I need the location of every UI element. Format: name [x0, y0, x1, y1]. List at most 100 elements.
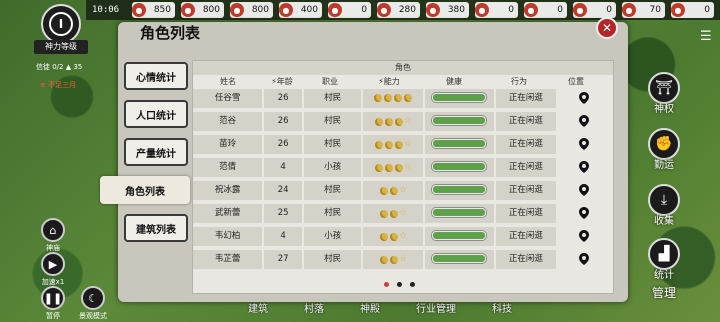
location-pin-icon[interactable]	[579, 114, 590, 127]
col-action[interactable]: 行为	[489, 76, 549, 87]
resource-tool: ● 380	[426, 2, 469, 18]
page-dot[interactable]	[410, 282, 415, 287]
nav-industry[interactable]: 行业管理	[416, 300, 456, 322]
table-row[interactable]: 祝冰露 24 村民 ☆ 正在闲逛	[193, 179, 613, 202]
coin-icon: ●	[573, 3, 587, 17]
table-row[interactable]: 任谷雪 26 村民 正在闲逛	[193, 87, 613, 110]
page-dot[interactable]	[384, 282, 389, 287]
resource-meat: ● 800	[181, 2, 224, 18]
manage-button[interactable]: 管理	[644, 286, 684, 301]
nav-village[interactable]: 村落	[304, 300, 324, 322]
speed-button[interactable]: ▶ 加速x1	[38, 252, 68, 287]
moon-icon	[395, 117, 404, 126]
tab-building-list[interactable]: 建筑列表	[124, 214, 188, 242]
cell-position	[558, 204, 611, 223]
close-button[interactable]: ✕	[596, 17, 618, 39]
home-icon: ⌂	[41, 218, 65, 242]
cell-ability: ☆	[363, 250, 423, 269]
motivate-button[interactable]: ✊ 勤运	[644, 128, 684, 171]
col-age[interactable]: ⚡年龄	[263, 76, 301, 87]
table-row[interactable]: 范谷 26 村民 ☆ 正在闲逛	[193, 110, 613, 133]
location-pin-icon[interactable]	[579, 137, 590, 150]
table-row[interactable]: 武新蕾 25 村民 ☆ 正在闲逛	[193, 202, 613, 225]
location-pin-icon[interactable]	[579, 183, 590, 196]
moon-icon	[380, 209, 389, 218]
divine-power-button[interactable]: ⛩ 神权	[644, 72, 684, 115]
cloth-icon: ●	[475, 3, 489, 17]
page-dot[interactable]	[397, 282, 402, 287]
cell-position	[558, 158, 611, 177]
moon-icon	[390, 232, 399, 241]
location-pin-icon[interactable]	[579, 91, 590, 104]
cell-name: 苗玲	[193, 135, 263, 154]
col-job[interactable]: 职业	[301, 76, 359, 87]
close-icon: ✕	[601, 21, 613, 35]
resource-bar: 10:06 ● 850 ● 800 ● 800 ● 400 ● 0 ● 280 ● 380 ● 0 ● 0 ● 0 ● 7…	[86, 0, 720, 20]
cell-job: 小孩	[303, 227, 362, 246]
col-health[interactable]: 健康	[419, 76, 489, 87]
group-header: 角色	[193, 61, 613, 75]
resource-cloth: ● 0	[475, 2, 518, 18]
location-pin-icon[interactable]	[579, 206, 590, 219]
tab-population-stats[interactable]: 人口统计	[124, 100, 188, 128]
col-ability[interactable]: ⚡能力	[359, 76, 419, 87]
landscape-mode-button[interactable]: ☾ 景观模式	[78, 286, 108, 321]
tool-icon: ●	[426, 3, 440, 17]
resource-value: 70	[649, 5, 661, 15]
resource-herb: ● 0	[524, 2, 567, 18]
cell-job: 村民	[303, 89, 362, 108]
food-icon: ●	[132, 3, 146, 17]
cell-age: 26	[264, 89, 302, 108]
health-bar	[432, 185, 487, 194]
resource-value: 280	[398, 5, 416, 15]
cell-age: 4	[264, 158, 302, 177]
location-pin-icon[interactable]	[579, 252, 590, 265]
moon-icon	[384, 93, 393, 102]
pause-button[interactable]: ❚❚ 暂停	[38, 286, 68, 321]
cell-ability: ☆	[363, 181, 423, 200]
resource-value: 0	[361, 5, 367, 15]
cell-health	[424, 250, 495, 269]
health-bar	[432, 116, 487, 125]
moon-icon	[380, 255, 389, 264]
tab-character-list[interactable]: 角色列表	[100, 176, 190, 204]
nav-shrine[interactable]: 神殿	[360, 300, 380, 322]
collect-button[interactable]: ⤓ 收集	[644, 184, 684, 227]
star-icon: ☆	[399, 231, 408, 241]
resource-value: 0	[508, 5, 514, 15]
cell-age: 25	[264, 204, 302, 223]
star-icon: ☆	[404, 139, 413, 149]
tab-mood-stats[interactable]: 心情统计	[124, 62, 188, 90]
location-pin-icon[interactable]	[579, 160, 590, 173]
nav-building[interactable]: 建筑	[248, 300, 268, 322]
tab-production-stats[interactable]: 产量统计	[124, 138, 188, 166]
temple-button[interactable]: ⌂ 神庙	[38, 218, 68, 253]
nav-tech[interactable]: 科技	[492, 300, 512, 322]
col-position[interactable]: 位置	[549, 76, 603, 87]
resource-coin: ● 0	[573, 2, 616, 18]
col-name[interactable]: 姓名	[193, 76, 263, 87]
divine-level-badge[interactable]: I	[41, 4, 81, 44]
moon-icon	[394, 93, 403, 102]
cell-name: 范谷	[193, 112, 263, 131]
resource-value: 0	[557, 5, 563, 15]
table-row[interactable]: 范倩 4 小孩 ☆ 正在闲逛	[193, 156, 613, 179]
table-row[interactable]: 韦幻柏 4 小孩 ☆ 正在闲逛	[193, 225, 613, 248]
menu-icon[interactable]: ☰	[700, 30, 714, 44]
table-row[interactable]: 韦芷蕾 27 村民 ☆ 正在闲逛	[193, 248, 613, 271]
cell-position	[558, 89, 611, 108]
statistics-button[interactable]: ▟ 统计	[644, 238, 684, 281]
cell-position	[558, 112, 611, 131]
moon-icon	[375, 140, 384, 149]
table-row[interactable]: 苗玲 26 村民 ☆ 正在闲逛	[193, 133, 613, 156]
location-pin-icon[interactable]	[579, 229, 590, 242]
moon-icon	[380, 186, 389, 195]
cell-action: 正在闲逛	[496, 112, 556, 131]
cell-action: 正在闲逛	[496, 204, 556, 223]
cell-action: 正在闲逛	[496, 250, 556, 269]
meat-icon: ●	[181, 3, 195, 17]
cell-age: 26	[264, 135, 302, 154]
resource-value: 0	[704, 5, 710, 15]
herb-icon: ●	[524, 3, 538, 17]
cell-ability: ☆	[363, 112, 423, 131]
